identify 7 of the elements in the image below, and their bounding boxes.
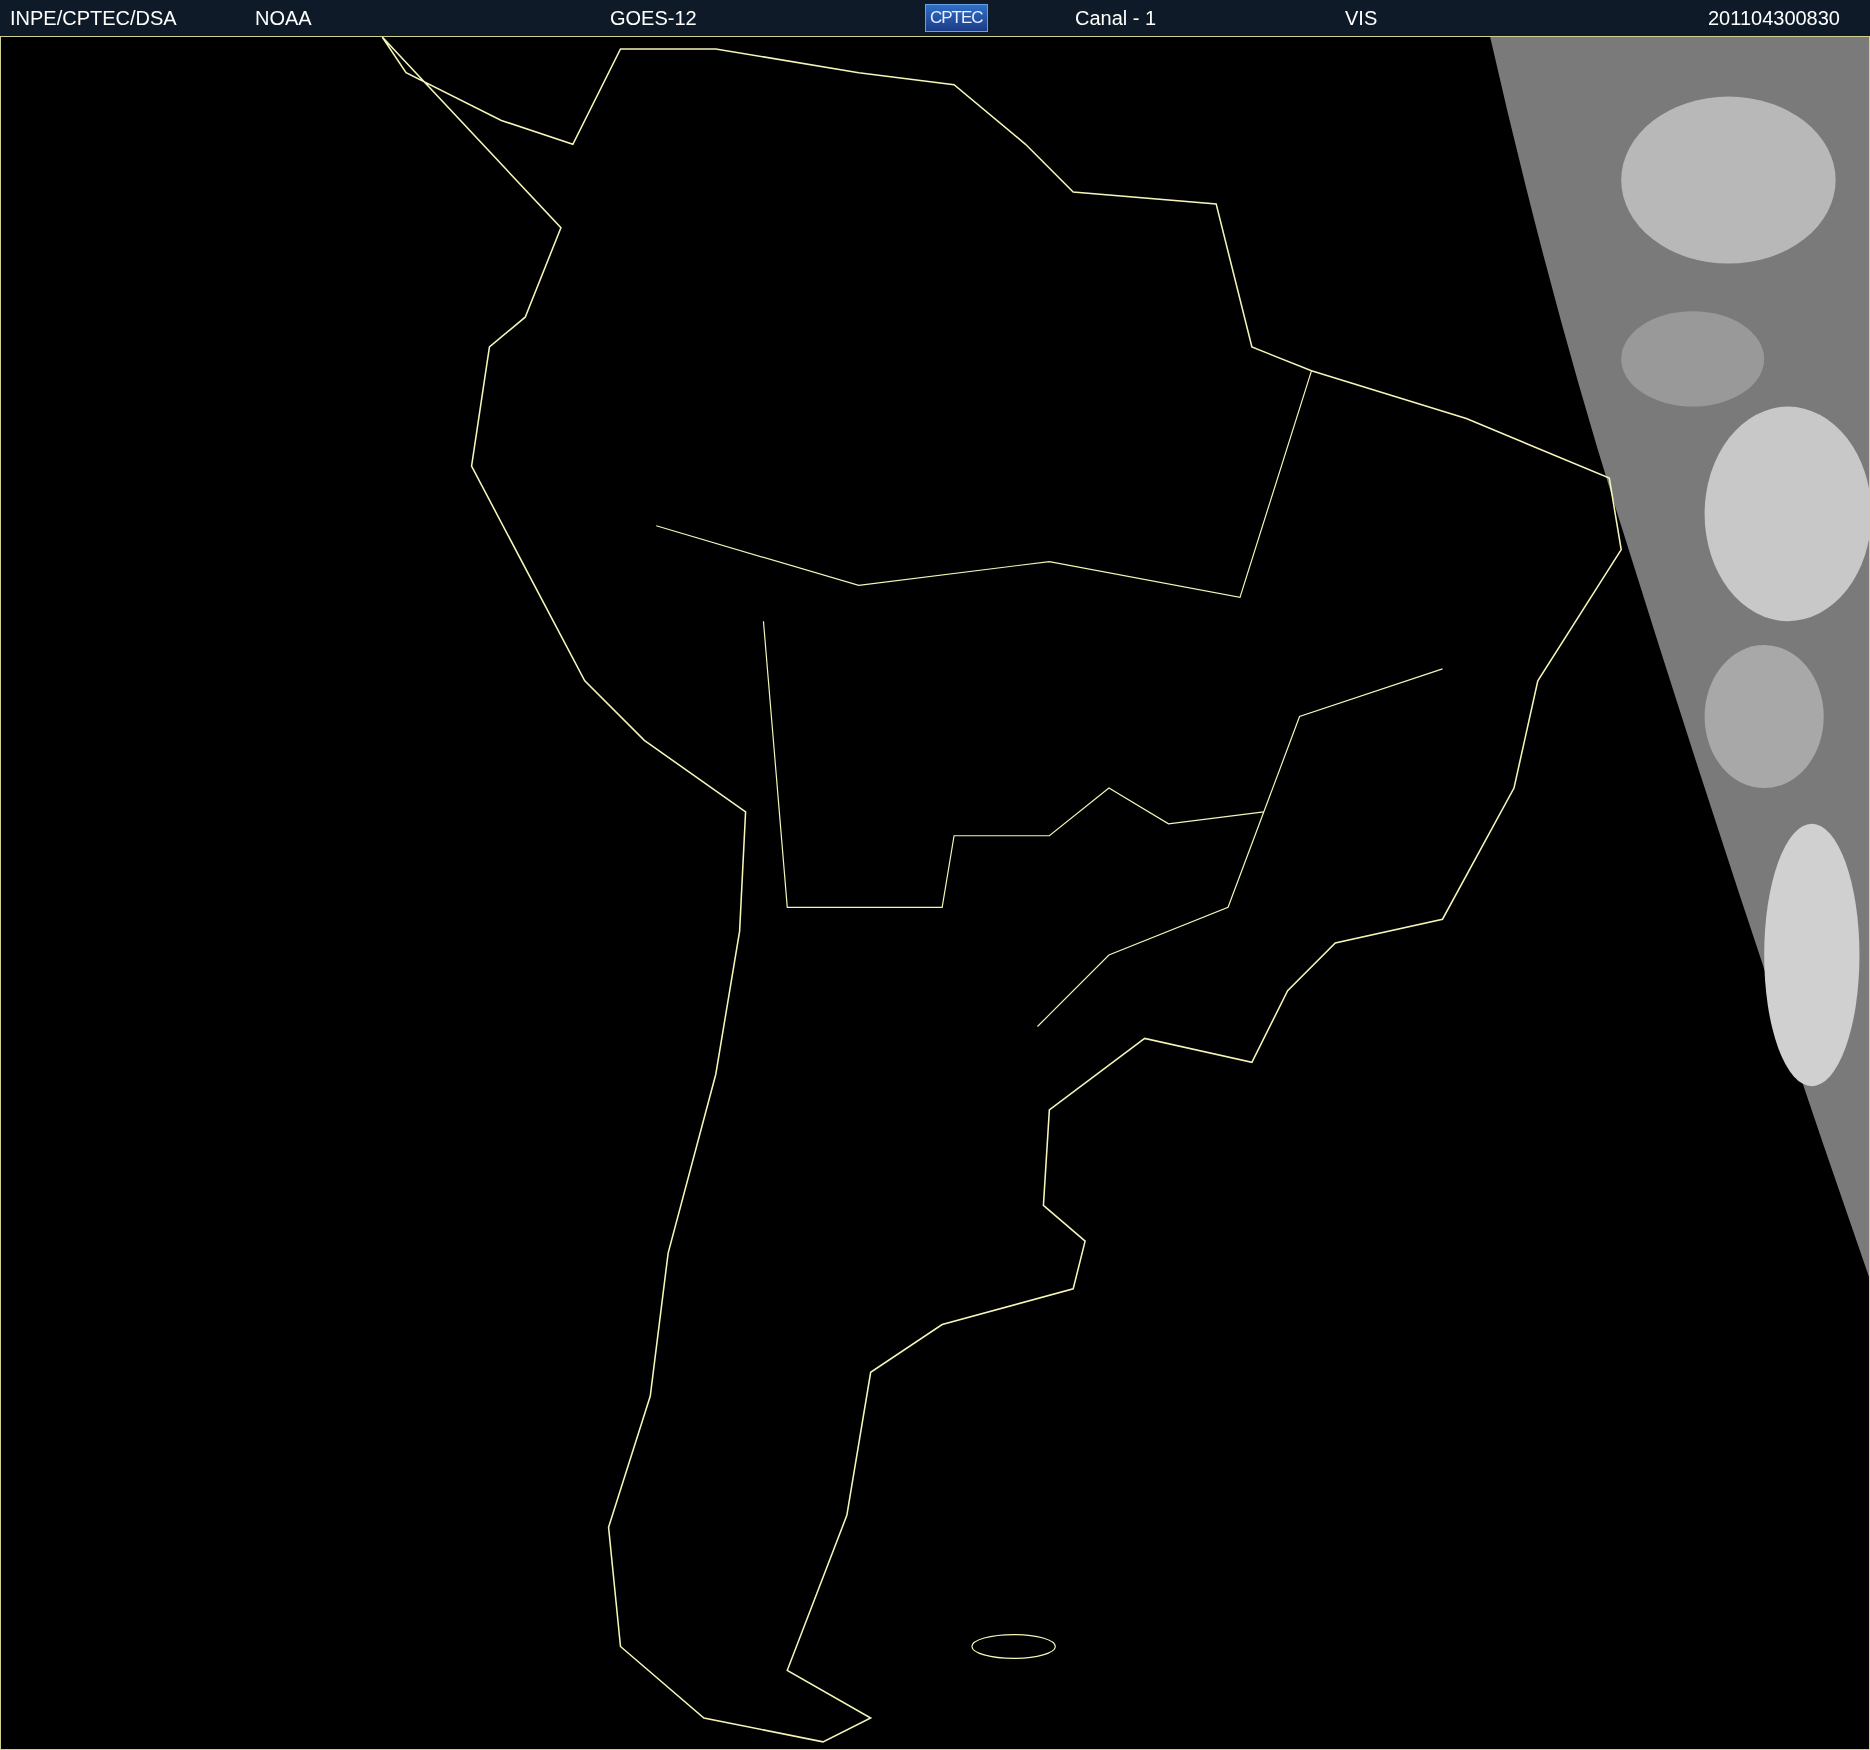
header-label: INPE/CPTEC/DSA: [10, 6, 177, 29]
header-label: GOES-12: [610, 6, 697, 29]
header-label: VIS: [1345, 6, 1378, 29]
header-label: 201104300830: [1708, 6, 1840, 29]
header-label: NOAA: [255, 6, 312, 29]
logo: CPTEC: [925, 4, 988, 32]
header-label: Canal - 1: [1075, 6, 1157, 29]
